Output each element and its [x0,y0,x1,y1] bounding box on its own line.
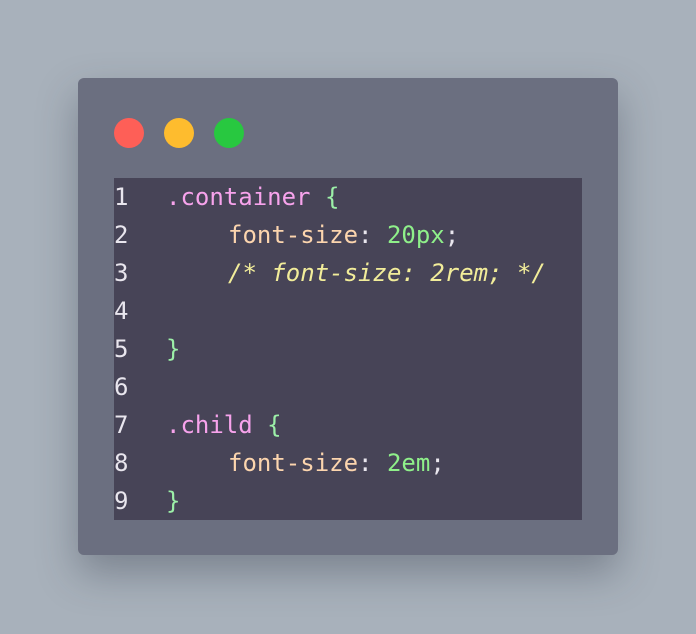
css-selector: .container [166,183,311,211]
close-brace: } [166,335,181,363]
line-number: 4 [114,297,129,325]
maximize-window-button[interactable] [214,118,244,148]
close-window-button[interactable] [114,118,144,148]
open-brace: { [324,183,340,211]
code-line: 8 font-size: 2em; [114,444,582,482]
css-selector: .child [166,411,253,439]
code-window: 1 .container { 2 font-size: 20px; 3 /* f… [78,78,618,555]
code-line: 9 } [114,482,582,520]
line-number: 8 [114,449,129,477]
css-property: font-size [228,221,359,249]
code-line: 6 [114,368,582,406]
line-number: 2 [114,221,129,249]
code-line: 2 font-size: 20px; [114,216,582,254]
line-number: 3 [114,259,129,287]
code-block: 1 .container { 2 font-size: 20px; 3 /* f… [114,178,582,520]
css-property: font-size [228,449,359,477]
colon: : [358,449,373,477]
code-line: 5 } [114,330,582,368]
line-number: 5 [114,335,129,363]
css-value: 20px [386,221,445,249]
colon: : [358,221,373,249]
line-number: 9 [114,487,129,515]
css-value: 2em [386,449,431,477]
code-line: 1 .container { [114,178,582,216]
line-number: 1 [114,183,129,211]
close-brace: } [166,487,181,515]
code-line: 4 [114,292,582,330]
code-line: 3 /* font-size: 2rem; */ [114,254,582,292]
minimize-window-button[interactable] [164,118,194,148]
line-number: 6 [114,373,129,401]
open-brace: { [267,411,282,439]
semicolon: ; [444,221,460,249]
css-comment: /* font-size: 2rem; */ [228,259,546,287]
code-line: 7 .child { [114,406,582,444]
line-number: 7 [114,411,129,439]
semicolon: ; [430,449,445,477]
